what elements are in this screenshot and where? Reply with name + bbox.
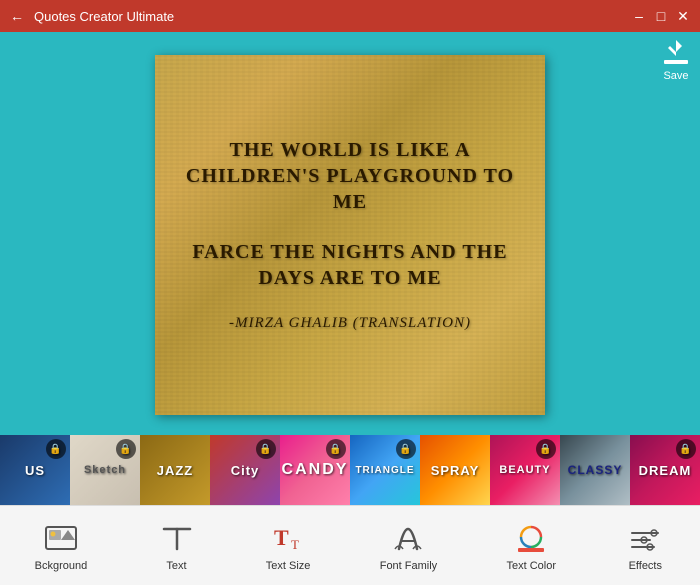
- theme-spray[interactable]: SPRAY: [420, 435, 490, 505]
- maximize-button[interactable]: □: [652, 7, 670, 25]
- quote-second-line: Farce The Nights And The Days Are To Me: [186, 239, 514, 291]
- effects-icon: [627, 520, 663, 556]
- lock-icon: 🔒: [46, 439, 66, 459]
- effects-tool[interactable]: Effects: [615, 514, 675, 578]
- lock-icon: 🔒: [676, 439, 696, 459]
- effects-label: Effects: [629, 560, 662, 572]
- theme-classy[interactable]: CLASSY: [560, 435, 630, 505]
- fontfamily-label: Font Family: [380, 560, 437, 572]
- title-bar-left: ← Quotes Creator Ultimate: [8, 7, 174, 25]
- textsize-icon: T T: [270, 520, 306, 556]
- fontfamily-tool[interactable]: Font Family: [370, 514, 447, 578]
- themes-strip: US 🔒 Sketch 🔒 JAZZ City 🔒 CANDY 🔒: [0, 435, 700, 505]
- title-bar: ← Quotes Creator Ultimate – □ ✕: [0, 0, 700, 32]
- theme-dream[interactable]: DREAM 🔒: [630, 435, 700, 505]
- textcolor-icon: [513, 520, 549, 556]
- text-tool[interactable]: Text: [147, 514, 207, 578]
- text-icon: [159, 520, 195, 556]
- quote-author: -Mirza Ghalib (Translation): [186, 315, 514, 332]
- theme-sketch[interactable]: Sketch 🔒: [70, 435, 140, 505]
- theme-beauty[interactable]: BEAUTY 🔒: [490, 435, 560, 505]
- svg-text:T: T: [274, 525, 289, 550]
- lock-icon: 🔒: [536, 439, 556, 459]
- canvas-wrapper: The World Is Like A Children's Playgroun…: [0, 32, 700, 435]
- main-area: Save The World Is Like A Children's Play…: [0, 32, 700, 505]
- theme-jazz[interactable]: JAZZ: [140, 435, 210, 505]
- theme-candy[interactable]: CANDY 🔒: [280, 435, 350, 505]
- text-label: Text: [166, 560, 186, 572]
- theme-us[interactable]: US 🔒: [0, 435, 70, 505]
- textsize-label: Text Size: [266, 560, 311, 572]
- textcolor-tool[interactable]: Text Color: [496, 514, 566, 578]
- theme-city[interactable]: City 🔒: [210, 435, 280, 505]
- background-tool[interactable]: Bckground: [25, 514, 98, 578]
- back-button[interactable]: ←: [8, 7, 26, 25]
- lock-icon: 🔒: [326, 439, 346, 459]
- theme-triangle[interactable]: TRIANGLE 🔒: [350, 435, 420, 505]
- lock-icon: 🔒: [256, 439, 276, 459]
- background-label: Bckground: [35, 560, 88, 572]
- textcolor-label: Text Color: [506, 560, 556, 572]
- title-bar-controls: – □ ✕: [630, 7, 692, 25]
- quote-main-line: The World Is Like A Children's Playgroun…: [186, 137, 514, 215]
- minimize-button[interactable]: –: [630, 7, 648, 25]
- save-button[interactable]: Save: [660, 36, 692, 82]
- quote-text: The World Is Like A Children's Playgroun…: [156, 117, 544, 352]
- quote-canvas: The World Is Like A Children's Playgroun…: [155, 55, 545, 415]
- save-icon: [660, 36, 692, 68]
- svg-text:T: T: [291, 537, 299, 552]
- save-label: Save: [663, 70, 688, 82]
- app-title: Quotes Creator Ultimate: [34, 9, 174, 24]
- close-button[interactable]: ✕: [674, 7, 692, 25]
- lock-icon: 🔒: [396, 439, 416, 459]
- bottom-toolbar: Bckground Text T T Text Size: [0, 505, 700, 585]
- lock-icon: 🔒: [116, 439, 136, 459]
- textsize-tool[interactable]: T T Text Size: [256, 514, 321, 578]
- background-icon: [43, 520, 79, 556]
- fontfamily-icon: [390, 520, 426, 556]
